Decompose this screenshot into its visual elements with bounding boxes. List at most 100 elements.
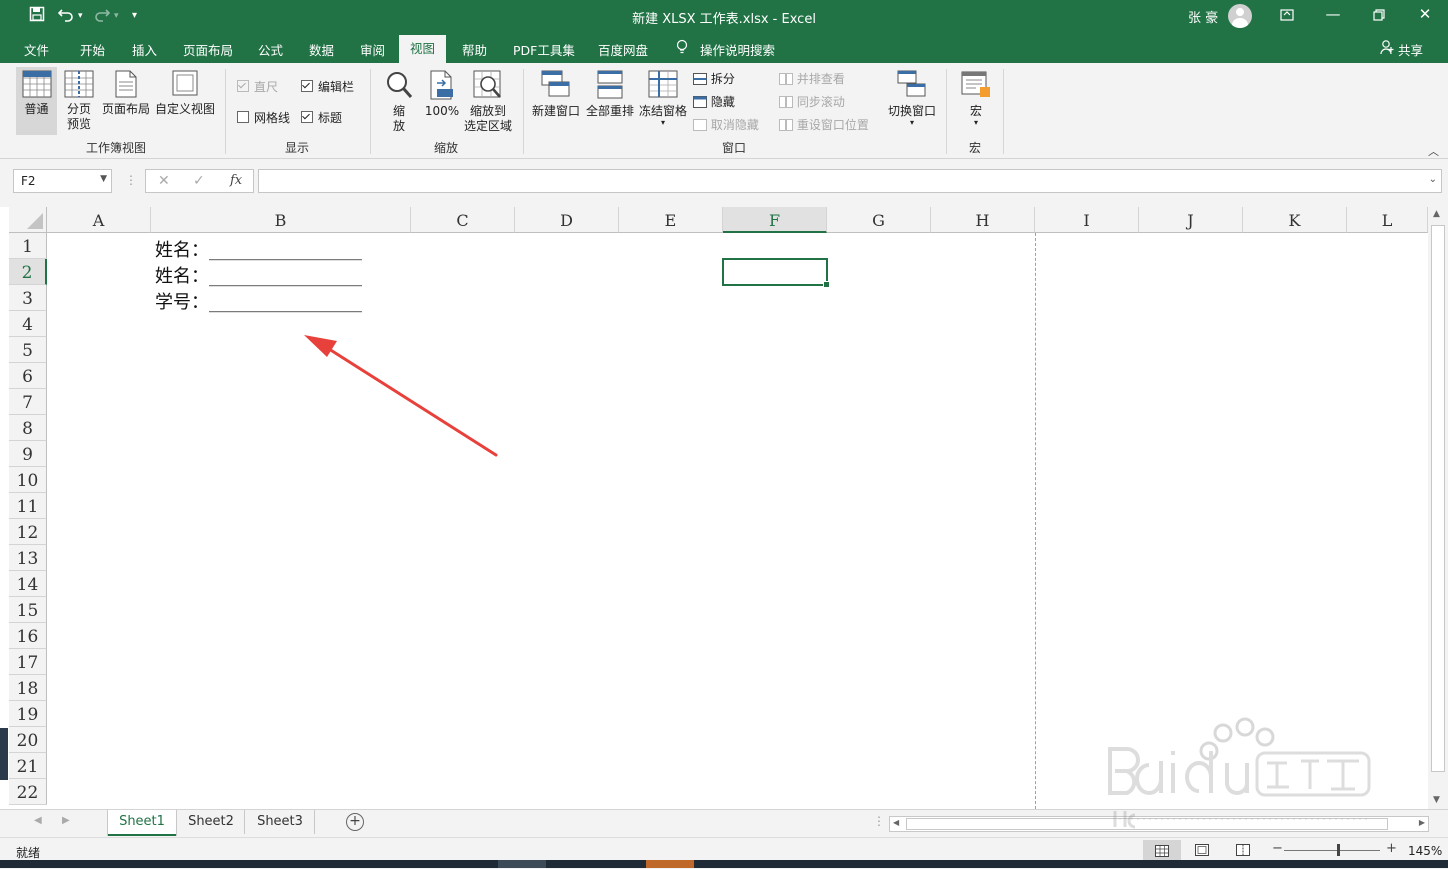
tab-file[interactable]: 文件: [24, 40, 49, 59]
page-break-status-icon[interactable]: [1236, 844, 1250, 859]
tab-formulas[interactable]: 公式: [258, 40, 283, 59]
row-header[interactable]: 6: [9, 363, 47, 389]
zoom-to-selection-button[interactable]: 缩放到 选定区域: [462, 70, 514, 134]
normal-view-button[interactable]: 普通: [14, 70, 59, 117]
column-header-c[interactable]: C: [411, 207, 515, 233]
select-all-button[interactable]: [9, 207, 47, 233]
page-layout-view-button[interactable]: 页面布局: [100, 70, 152, 117]
sheet-tab-sheet3[interactable]: Sheet3: [246, 810, 315, 834]
restore-icon[interactable]: [1364, 5, 1394, 25]
zoom-100-button[interactable]: 100%: [423, 70, 461, 119]
zoom-button[interactable]: 缩 放: [383, 70, 415, 134]
row-header[interactable]: 2: [9, 259, 47, 285]
avatar[interactable]: [1228, 4, 1252, 28]
row-header[interactable]: 16: [9, 623, 47, 649]
expand-formula-bar-icon[interactable]: ⌄: [1429, 174, 1437, 185]
tab-baidu-netdisk[interactable]: 百度网盘: [598, 40, 648, 59]
name-box[interactable]: F2 ▼: [13, 169, 112, 193]
row-header[interactable]: 5: [9, 337, 47, 363]
gridlines-checkbox-box[interactable]: [237, 111, 249, 123]
scroll-down-icon[interactable]: ▼: [1433, 795, 1440, 805]
row-header[interactable]: 7: [9, 389, 47, 415]
column-header-h[interactable]: H: [931, 207, 1035, 233]
zoom-slider[interactable]: [1284, 850, 1380, 851]
cancel-icon[interactable]: ✕: [158, 173, 170, 189]
page-break-preview-button[interactable]: 分页 预览: [59, 70, 99, 132]
tab-view[interactable]: 视图: [399, 35, 446, 63]
tell-me-search[interactable]: 操作说明搜索: [700, 40, 775, 59]
close-icon[interactable]: ✕: [1410, 5, 1440, 23]
column-header-l[interactable]: L: [1347, 207, 1428, 233]
tab-data[interactable]: 数据: [309, 40, 334, 59]
row-header[interactable]: 17: [9, 649, 47, 675]
share-button[interactable]: 共享: [1398, 40, 1423, 59]
headings-checkbox[interactable]: 标题: [301, 109, 342, 126]
freeze-panes-button[interactable]: 冻结窗格 ▾: [637, 70, 689, 127]
scroll-sheets-right-icon[interactable]: ▶: [62, 815, 70, 826]
vertical-scrollbar[interactable]: ▲ ▼: [1428, 207, 1448, 809]
tab-pdf-tools[interactable]: PDF工具集: [513, 40, 575, 59]
collapse-ribbon-icon[interactable]: ︿: [1428, 143, 1439, 159]
worksheet-grid[interactable]: A B C D E F G H I J K L 1 2 3 4 5 6 7 8 …: [9, 207, 1428, 809]
more-options-icon[interactable]: ⋮: [125, 173, 137, 187]
zoom-out-icon[interactable]: −: [1272, 841, 1283, 856]
scroll-right-icon[interactable]: ▶: [1419, 818, 1425, 827]
tab-page-layout[interactable]: 页面布局: [183, 40, 233, 59]
row-header[interactable]: 1: [9, 233, 47, 259]
tab-help[interactable]: 帮助: [462, 40, 487, 59]
hide-button[interactable]: 隐藏: [693, 93, 735, 110]
horizontal-scroll-thumb[interactable]: [906, 818, 1388, 830]
column-header-a[interactable]: A: [47, 207, 151, 233]
fill-handle[interactable]: [823, 281, 830, 288]
share-icon[interactable]: [1380, 39, 1394, 58]
zoom-level[interactable]: 145%: [1408, 844, 1442, 858]
row-header[interactable]: 4: [9, 311, 47, 337]
row-header[interactable]: 22: [9, 779, 47, 805]
cell-b1[interactable]: 姓名：_________________: [155, 236, 362, 262]
row-header[interactable]: 9: [9, 441, 47, 467]
row-header[interactable]: 21: [9, 753, 47, 779]
minimize-icon[interactable]: —: [1318, 5, 1348, 23]
new-sheet-icon[interactable]: +: [346, 813, 364, 831]
column-header-i[interactable]: I: [1035, 207, 1139, 233]
tab-home[interactable]: 开始: [80, 40, 105, 59]
row-header[interactable]: 19: [9, 701, 47, 727]
tab-insert[interactable]: 插入: [132, 40, 157, 59]
enter-icon[interactable]: ✓: [193, 173, 205, 189]
page-layout-status-icon[interactable]: [1195, 844, 1209, 859]
scroll-left-icon[interactable]: ◀: [893, 818, 899, 827]
insert-function-icon[interactable]: fx: [230, 173, 242, 188]
row-header[interactable]: 14: [9, 571, 47, 597]
arrange-all-button[interactable]: 全部重排: [584, 70, 636, 119]
formula-bar-checkbox[interactable]: 编辑栏: [301, 78, 354, 95]
cell-b3[interactable]: 学号：_________________: [155, 288, 362, 314]
switch-windows-button[interactable]: 切换窗口 ▾: [885, 70, 939, 127]
cell-b2[interactable]: 姓名：_________________: [155, 262, 362, 288]
column-header-j[interactable]: J: [1139, 207, 1243, 233]
column-header-f[interactable]: F: [723, 207, 827, 233]
macros-button[interactable]: 宏 ▾: [956, 70, 996, 127]
column-header-e[interactable]: E: [619, 207, 723, 233]
zoom-in-icon[interactable]: +: [1386, 841, 1397, 856]
row-header[interactable]: 13: [9, 545, 47, 571]
headings-checkbox-box[interactable]: [301, 111, 313, 123]
split-button[interactable]: 拆分: [693, 70, 735, 87]
selected-cell-f2[interactable]: [722, 258, 830, 288]
sheet-tab-sheet1[interactable]: Sheet1: [108, 810, 176, 836]
ribbon-display-options-icon[interactable]: [1272, 5, 1302, 26]
column-header-d[interactable]: D: [515, 207, 619, 233]
row-header[interactable]: 10: [9, 467, 47, 493]
row-header[interactable]: 8: [9, 415, 47, 441]
custom-views-button[interactable]: 自定义视图: [153, 70, 217, 117]
horizontal-scrollbar[interactable]: ◀ ▶: [889, 816, 1429, 832]
vertical-scroll-thumb[interactable]: [1431, 225, 1445, 772]
chevron-down-icon[interactable]: ▼: [100, 174, 107, 184]
row-header[interactable]: 18: [9, 675, 47, 701]
column-header-k[interactable]: K: [1243, 207, 1347, 233]
row-header[interactable]: 3: [9, 285, 47, 311]
column-header-b[interactable]: B: [151, 207, 411, 233]
new-window-button[interactable]: 新建窗口: [530, 70, 582, 119]
row-header[interactable]: 11: [9, 493, 47, 519]
row-header[interactable]: 20: [9, 727, 47, 753]
formula-bar-checkbox-box[interactable]: [301, 80, 313, 92]
